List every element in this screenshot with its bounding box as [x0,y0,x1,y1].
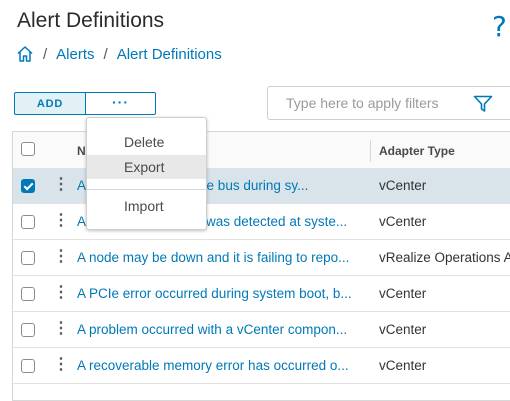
kebab-vertical-icon[interactable]: ⋮ [53,321,69,337]
breadcrumb-link-alerts[interactable]: Alerts [56,46,94,63]
help-icon[interactable]: ? [492,10,507,43]
adapter-type-cell: vCenter [379,178,427,193]
row-checkbox[interactable] [21,179,35,193]
kebab-vertical-icon[interactable]: ⋮ [53,213,69,229]
add-button[interactable]: ADD [14,92,86,115]
menu-divider [87,189,206,190]
breadcrumb-separator: / [103,45,108,63]
kebab-vertical-icon[interactable]: ⋮ [53,249,69,265]
filter-input[interactable] [284,94,468,112]
column-header-adapter-type[interactable]: Adapter Type [379,144,455,158]
alert-name-link[interactable]: A node may be down and it is failing to … [77,250,367,265]
more-actions-button[interactable]: ··· [86,92,156,115]
row-checkbox[interactable] [21,359,35,373]
adapter-type-cell: vCenter [379,322,427,337]
kebab-vertical-icon[interactable]: ⋮ [53,285,69,301]
alert-name-start[interactable]: A [77,214,86,229]
more-actions-menu: Delete Export Import [86,117,207,230]
column-header-name[interactable]: N [77,144,86,158]
home-icon[interactable] [16,45,34,63]
row-checkbox[interactable] [21,215,35,229]
row-checkbox[interactable] [21,287,35,301]
alert-name-link[interactable]: A PCIe error occurred during system boot… [77,286,367,301]
kebab-vertical-icon[interactable]: ⋮ [53,177,69,193]
table-row[interactable]: ⋮ A node may be down and it is failing t… [13,240,510,276]
menu-item-export[interactable]: Export [87,155,206,179]
page-title: Alert Definitions [17,9,165,32]
adapter-type-cell: vCenter [379,358,427,373]
row-checkbox[interactable] [21,323,35,337]
breadcrumb-link-alert-definitions[interactable]: Alert Definitions [117,46,222,63]
table-row[interactable]: ⋮ A recoverable memory error has occurre… [13,348,510,384]
row-checkbox[interactable] [21,251,35,265]
filter-box [267,86,510,120]
toolbar-button-group: ADD ··· [14,92,156,115]
alert-name-link[interactable]: A recoverable memory error has occurred … [77,358,367,373]
adapter-type-cell: vCenter [379,214,427,229]
menu-item-import[interactable]: Import [87,194,206,218]
breadcrumb-separator: / [43,45,48,63]
adapter-type-cell: vCenter [379,286,427,301]
menu-item-delete[interactable]: Delete [87,130,206,154]
select-all-checkbox[interactable] [21,142,35,156]
adapter-type-cell: vRealize Operations A [379,250,510,265]
filter-funnel-icon[interactable] [473,95,493,118]
kebab-vertical-icon[interactable]: ⋮ [53,357,69,373]
alert-name-start[interactable]: A [77,178,86,193]
column-divider[interactable] [370,140,371,162]
alert-name-link[interactable]: A problem occurred with a vCenter compon… [77,322,367,337]
table-row[interactable]: ⋮ A problem occurred with a vCenter comp… [13,312,510,348]
breadcrumb: / Alerts / Alert Definitions [16,44,222,64]
alert-name-end[interactable]: was detected at syste... [206,214,347,229]
table-row[interactable]: ⋮ A PCIe error occurred during system bo… [13,276,510,312]
